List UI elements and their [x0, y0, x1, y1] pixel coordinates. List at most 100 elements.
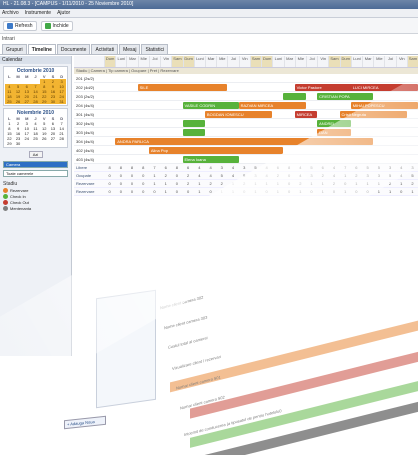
- room-row[interactable]: 302 (4s/4) ANDREI: [74, 119, 418, 128]
- room-row[interactable]: 301 (4s/4) BOGDAN IONESCU MIRCEA Cristi Neg…: [74, 110, 418, 119]
- day-column-header[interactable]: Joi: [384, 56, 395, 67]
- reservation-bar[interactable]: VASILE CODRIN: [182, 102, 239, 109]
- room-type-select[interactable]: Camera: [3, 161, 68, 168]
- day-column-header[interactable]: Vin: [238, 56, 250, 67]
- calendar-day[interactable]: 24: [22, 136, 31, 141]
- reservation-bar[interactable]: DAN: [317, 129, 351, 136]
- stat-value: 1: [198, 181, 201, 186]
- calendar-day[interactable]: 29: [5, 141, 14, 146]
- day-column-header[interactable]: Mar: [283, 56, 295, 67]
- calendar-november[interactable]: Noiembrie 2010 L M M J V S D 1 2 3 4 5 6 7 8 9 10 11 12 13 1…: [3, 108, 68, 148]
- day-column-header[interactable]: Joi: [148, 56, 160, 67]
- calendar-day[interactable]: 31: [57, 99, 66, 104]
- room-row[interactable]: 203 (2s/2) CRISTIAN POPA: [74, 92, 418, 101]
- stat-value: 2: [209, 181, 212, 186]
- calendar-day[interactable]: 28: [57, 136, 66, 141]
- reservation-bar[interactable]: Alina Pop: [148, 147, 284, 154]
- reservation-bar[interactable]: Elena Ioana: [182, 156, 239, 163]
- day-column-header[interactable]: Luni: [115, 56, 126, 67]
- day-column-header[interactable]: Mie: [137, 56, 149, 67]
- tab-statistici[interactable]: Statistici: [141, 44, 169, 54]
- day-column-header[interactable]: Mar: [204, 56, 216, 67]
- tab-timeline[interactable]: Timeline: [27, 44, 56, 54]
- calendar-day[interactable]: 27: [49, 136, 58, 141]
- calendar-day[interactable]: 26: [40, 136, 49, 141]
- stat-value: 2: [388, 181, 392, 186]
- reservation-bar[interactable]: LUCI MIRCEA: [350, 84, 418, 91]
- stat-value: 4: [299, 165, 302, 170]
- calendar-day[interactable]: 30: [48, 99, 58, 104]
- room-filter-select[interactable]: Toate camerele: [3, 170, 68, 177]
- day-column-header[interactable]: Mar: [126, 56, 137, 67]
- today-button[interactable]: Azi: [28, 151, 43, 158]
- day-column-header[interactable]: Joi: [305, 56, 317, 67]
- reservation-bar[interactable]: ANDREI: [317, 120, 351, 127]
- day-column-header[interactable]: Dum: [104, 56, 116, 67]
- stat-value: 5: [377, 165, 380, 170]
- day-column-header[interactable]: Dum: [339, 56, 351, 67]
- calendar-day[interactable]: 25: [31, 136, 40, 141]
- stat-value: 1: [276, 189, 279, 194]
- day-column-header[interactable]: Sam: [406, 56, 418, 67]
- reservation-bar[interactable]: SILE: [137, 84, 228, 91]
- reservation-bar[interactable]: CRISTIAN POPA: [317, 93, 374, 100]
- day-column-header[interactable]: Luni: [193, 56, 205, 67]
- stat-value: 4: [209, 165, 212, 170]
- room-row[interactable]: 202 (4d/2) SILE Victor Pastore LUCI MIRCEA: [74, 83, 418, 92]
- day-column-header[interactable]: Mar: [362, 56, 373, 67]
- tab-documente[interactable]: Documente: [56, 44, 91, 54]
- reservation-bar[interactable]: MIRCEA: [294, 111, 318, 118]
- reservation-bar[interactable]: [182, 129, 205, 136]
- refresh-button[interactable]: Refresh: [3, 20, 37, 31]
- day-column-header[interactable]: Mie: [294, 56, 306, 67]
- reservation-bar[interactable]: ANDRA PARLICA: [115, 138, 374, 145]
- calendar-day[interactable]: 29: [39, 99, 49, 104]
- legend-label: Mentenanta: [10, 206, 32, 211]
- reservation-bar[interactable]: BOGDAN IONESCU: [204, 111, 273, 118]
- tab-activitati[interactable]: Activitati: [91, 44, 119, 54]
- day-column-header[interactable]: Dum: [182, 56, 194, 67]
- ghost-list-item: Vizualizare client / rezervari: [172, 353, 221, 372]
- day-column-header[interactable]: Luni: [350, 56, 362, 67]
- menu-item[interactable]: Archivo: [2, 9, 19, 17]
- reservation-bar[interactable]: Cristi Negruta: [339, 111, 407, 118]
- reservation-bar[interactable]: [283, 93, 306, 100]
- stat-value: 3: [366, 173, 369, 178]
- calendar-day[interactable]: 25: [5, 99, 14, 104]
- day-column-header[interactable]: Mie: [216, 56, 227, 67]
- reservation-bar[interactable]: MIHAI POPESCU: [350, 102, 418, 109]
- room-row[interactable]: 304 (4s/4) ANDRA PARLICA: [74, 137, 418, 146]
- day-column-header[interactable]: Sam: [328, 56, 340, 67]
- tab-grupuri[interactable]: Grupuri: [2, 44, 27, 54]
- status-dot-icon: [3, 188, 8, 193]
- calendar-day[interactable]: 28: [31, 99, 40, 104]
- day-column-header[interactable]: Vin: [317, 56, 328, 67]
- day-column-header[interactable]: Sam: [249, 56, 262, 67]
- menu-item[interactable]: Ajutor: [57, 9, 70, 17]
- stat-value: 2: [332, 181, 336, 186]
- room-row[interactable]: 303 (4s/4) DAN: [74, 128, 418, 137]
- reservation-bar[interactable]: [182, 120, 205, 127]
- day-column-header[interactable]: Luni: [272, 56, 283, 67]
- reservation-bar[interactable]: RAZVAN MIRCEA: [238, 102, 306, 109]
- close-button[interactable]: Inchide: [40, 20, 73, 31]
- day-column-header[interactable]: Mie: [373, 56, 384, 67]
- room-row[interactable]: 403 (4s/4) Elena Ioana: [74, 155, 418, 164]
- stat-value: 2: [299, 181, 302, 186]
- room-row[interactable]: 402 (4s/4) Alina Pop: [74, 146, 418, 155]
- calendar-day[interactable]: 30: [14, 141, 23, 146]
- tab-mesaj[interactable]: Mesaj: [119, 44, 141, 54]
- menu-item[interactable]: Instrumente: [25, 9, 51, 17]
- day-column-header[interactable]: Dum: [261, 56, 273, 67]
- day-column-header[interactable]: Vin: [160, 56, 171, 67]
- calendar-october[interactable]: Octombrie 2010 L M M J V S D 1 2 3 4 5 6 7 8 9 10 11 12 13 1…: [3, 66, 68, 106]
- legend-item: Mentenanta: [3, 206, 68, 211]
- day-column-header[interactable]: Joi: [227, 56, 238, 67]
- stat-value: 4: [299, 173, 302, 178]
- room-row[interactable]: 201 (2s/2): [74, 74, 418, 83]
- day-column-header[interactable]: Vin: [395, 56, 407, 67]
- room-row[interactable]: 204 (4s/4) VASILE CODRIN RAZVAN MIRCEA MIHA…: [74, 101, 418, 110]
- calendar-day[interactable]: 27: [22, 99, 32, 104]
- calendar-day[interactable]: 26: [13, 99, 23, 104]
- day-column-header[interactable]: Sam: [171, 56, 183, 67]
